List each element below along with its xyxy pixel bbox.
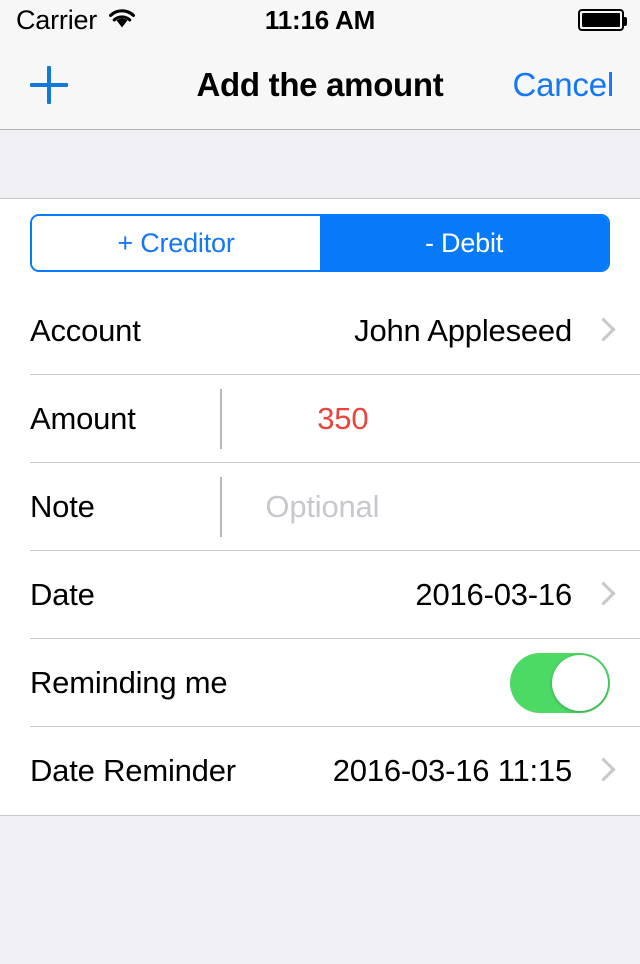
status-bar-right xyxy=(578,9,627,31)
row-date[interactable]: Date 2016-03-16 xyxy=(0,551,640,639)
chevron-right-icon xyxy=(594,317,610,345)
wifi-icon xyxy=(107,7,137,34)
row-account-label: Account xyxy=(30,313,141,348)
chevron-right-icon xyxy=(594,581,610,609)
row-date-reminder-label: Date Reminder xyxy=(30,753,236,788)
row-account[interactable]: Account John Appleseed xyxy=(0,287,640,375)
form-table: + Creditor - Debit Account John Applesee… xyxy=(0,199,640,816)
battery-full-icon xyxy=(578,9,627,31)
note-input[interactable]: Optional xyxy=(95,489,610,525)
note-field-divider xyxy=(220,477,222,537)
row-date-reminder-value: 2016-03-16 11:15 xyxy=(332,753,572,788)
chevron-right-icon xyxy=(594,757,610,785)
transaction-type-segmented-control[interactable]: + Creditor - Debit xyxy=(30,214,610,272)
row-account-value: John Appleseed xyxy=(354,313,572,348)
amount-field-divider xyxy=(220,389,222,449)
row-reminding-me: Reminding me xyxy=(0,639,640,727)
app-screen: Carrier 11:16 AM Add the amount Cancel +… xyxy=(0,0,640,964)
row-note[interactable]: Note Optional xyxy=(0,463,640,551)
row-reminding-me-label: Reminding me xyxy=(30,665,228,700)
navigation-bar: Add the amount Cancel xyxy=(0,40,640,130)
segment-debit[interactable]: - Debit xyxy=(320,216,608,270)
cancel-button[interactable]: Cancel xyxy=(512,66,614,104)
segmented-control-row: + Creditor - Debit xyxy=(0,199,640,287)
segment-creditor[interactable]: + Creditor xyxy=(32,216,320,270)
amount-input[interactable]: 350 xyxy=(136,401,610,437)
row-note-label: Note xyxy=(30,489,95,524)
plus-icon[interactable] xyxy=(26,62,72,108)
status-bar: Carrier 11:16 AM xyxy=(0,0,640,40)
row-date-value: 2016-03-16 xyxy=(415,577,572,612)
table-footer-spacer xyxy=(0,816,640,964)
toggle-knob xyxy=(552,655,608,711)
row-amount-label: Amount xyxy=(30,401,136,436)
reminding-me-toggle[interactable] xyxy=(510,653,610,713)
row-amount[interactable]: Amount 350 xyxy=(0,375,640,463)
table-header-spacer xyxy=(0,130,640,199)
status-bar-left: Carrier xyxy=(16,5,137,36)
row-date-reminder[interactable]: Date Reminder 2016-03-16 11:15 xyxy=(0,727,640,815)
row-date-label: Date xyxy=(30,577,95,612)
carrier-label: Carrier xyxy=(16,4,98,35)
